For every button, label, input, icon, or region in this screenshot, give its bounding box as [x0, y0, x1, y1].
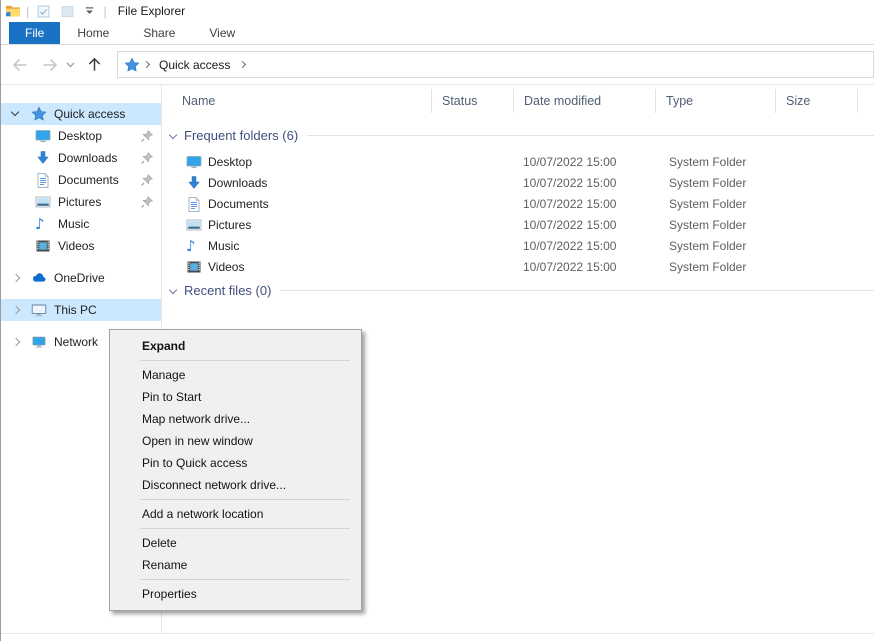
downloads-icon [35, 150, 51, 166]
title-bar: | | File Explorer [1, 0, 874, 22]
properties-check-icon[interactable] [34, 2, 52, 20]
context-menu-item[interactable]: Properties [110, 583, 361, 605]
context-menu-item[interactable]: Manage [110, 364, 361, 386]
forward-arrow-icon[interactable] [37, 52, 63, 78]
group-divider [280, 290, 874, 291]
frequent-folders-group-header[interactable]: Frequent folders (6) [170, 128, 874, 143]
sidebar-item[interactable]: Desktop [1, 125, 161, 147]
menu-separator [140, 579, 350, 580]
folder-row[interactable]: Videos 10/07/2022 15:00 System Folder [162, 256, 874, 277]
column-header[interactable]: Name [162, 89, 432, 113]
qat-separator: | [26, 4, 29, 19]
menu-separator [140, 360, 350, 361]
network-icon [31, 334, 47, 350]
window-title: File Explorer [118, 4, 185, 18]
ribbon-tab[interactable]: Share [126, 22, 192, 44]
context-menu-item[interactable]: Add a network location [110, 503, 361, 525]
context-menu-item[interactable]: Delete [110, 532, 361, 554]
sidebar-item[interactable]: OneDrive [1, 267, 161, 289]
column-header[interactable]: Type [656, 89, 776, 113]
context-menu-item[interactable]: Pin to Quick access [110, 452, 361, 474]
column-header[interactable]: Size [776, 89, 858, 113]
documents-icon [35, 172, 51, 188]
back-arrow-icon[interactable] [7, 52, 33, 78]
pin-icon [140, 129, 154, 143]
context-menu-item[interactable]: Rename [110, 554, 361, 576]
expand-chevron-icon[interactable] [11, 108, 19, 116]
history-chevron-icon[interactable] [63, 52, 77, 78]
address-bar[interactable]: Quick access [117, 51, 874, 78]
sidebar-item[interactable]: Documents [1, 169, 161, 191]
qat-separator: | [103, 4, 106, 19]
downloads-icon [186, 175, 202, 191]
ribbon-tabs: FileHomeShareView [1, 22, 874, 45]
folder-row[interactable]: Downloads 10/07/2022 15:00 System Folder [162, 172, 874, 193]
desktop-icon [186, 154, 202, 170]
group-divider [307, 135, 874, 136]
recent-files-group-header[interactable]: Recent files (0) [170, 283, 874, 298]
pin-icon [140, 195, 154, 209]
desktop-icon [35, 128, 51, 144]
breadcrumb-segment[interactable]: Quick access [153, 58, 236, 72]
up-arrow-icon[interactable] [81, 52, 107, 78]
sidebar-item[interactable]: ♪ Music [1, 213, 161, 235]
context-menu: Expand ManagePin to StartMap network driv… [109, 329, 362, 611]
pictures-icon [35, 194, 51, 210]
context-menu-item[interactable]: Open in new window [110, 430, 361, 452]
videos-icon [186, 259, 202, 275]
videos-icon [35, 238, 51, 254]
breadcrumb-chevron-icon[interactable] [239, 61, 246, 68]
quick-access-star-icon [124, 57, 140, 73]
folder-row[interactable]: Desktop 10/07/2022 15:00 System Folder [162, 151, 874, 172]
expand-chevron-icon[interactable] [12, 338, 20, 346]
menu-separator [140, 499, 350, 500]
menu-separator [140, 528, 350, 529]
context-menu-item[interactable]: Pin to Start [110, 386, 361, 408]
ribbon-tab[interactable]: File [9, 22, 60, 44]
documents-icon [186, 196, 202, 212]
new-folder-disabled-icon [58, 2, 76, 20]
pictures-icon [186, 217, 202, 233]
quick-access-star-icon [31, 106, 47, 122]
this-pc-icon [31, 302, 47, 318]
context-menu-item[interactable]: Map network drive... [110, 408, 361, 430]
folder-row[interactable]: Pictures 10/07/2022 15:00 System Folder [162, 214, 874, 235]
sidebar-item[interactable]: Downloads [1, 147, 161, 169]
pin-icon [140, 173, 154, 187]
frequent-folders-list: Desktop 10/07/2022 15:00 System Folder D… [162, 151, 874, 277]
ribbon-tab[interactable]: Home [60, 22, 126, 44]
sidebar-item[interactable]: Videos [1, 235, 161, 257]
folder-row[interactable]: Documents 10/07/2022 15:00 System Folder [162, 193, 874, 214]
music-icon: ♪ [35, 216, 51, 232]
status-bar [1, 633, 874, 641]
sidebar-item[interactable]: This PC [1, 299, 161, 321]
sidebar-item[interactable]: Quick access [1, 103, 161, 125]
group-chevron-icon[interactable] [169, 285, 177, 293]
ribbon-tab[interactable]: View [192, 22, 252, 44]
qat-dropdown-icon[interactable] [80, 2, 98, 20]
context-menu-item[interactable]: Disconnect network drive... [110, 474, 361, 496]
expand-chevron-icon[interactable] [12, 274, 20, 282]
folder-row[interactable]: ♪ Music 10/07/2022 15:00 System Folder [162, 235, 874, 256]
explorer-folder-icon [5, 3, 21, 19]
pin-icon [140, 151, 154, 165]
column-headers: NameStatusDate modifiedTypeSize [162, 87, 874, 115]
context-menu-item[interactable]: Expand [110, 335, 361, 357]
column-header[interactable]: Status [432, 89, 514, 113]
sidebar-item[interactable]: Pictures [1, 191, 161, 213]
group-chevron-icon[interactable] [169, 130, 177, 138]
music-icon: ♪ [186, 238, 202, 254]
column-header[interactable]: Date modified [514, 89, 656, 113]
expand-chevron-icon[interactable] [12, 306, 20, 314]
breadcrumb-chevron-icon[interactable] [143, 61, 150, 68]
onedrive-icon [31, 270, 47, 286]
file-explorer-window: | | File Explorer FileHomeShareView Quic… [0, 0, 874, 641]
navigation-bar: Quick access [1, 45, 874, 85]
